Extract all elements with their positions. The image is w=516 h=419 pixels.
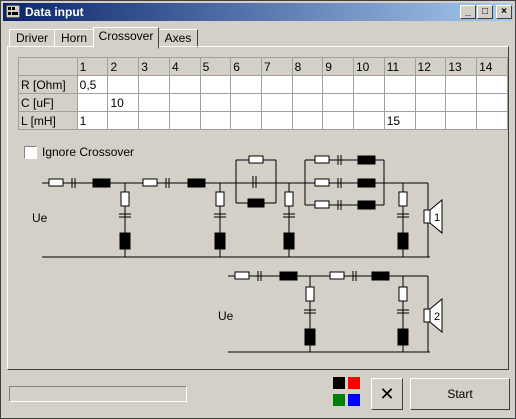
tab-crossover[interactable]: Crossover: [93, 27, 159, 49]
color-swatch[interactable]: [333, 377, 345, 389]
title-bar[interactable]: Data input _ □ ×: [3, 3, 513, 21]
data-input-window: Data input _ □ × Driver Horn Crossover A…: [0, 0, 516, 419]
color-swatch[interactable]: [348, 394, 360, 406]
progress-bar: [9, 386, 187, 402]
cancel-button[interactable]: ✕: [371, 378, 403, 410]
minimize-button[interactable]: _: [460, 5, 476, 19]
driver-2-label: 2: [434, 311, 440, 323]
color-swatch[interactable]: [348, 377, 360, 389]
driver-1-label: 1: [434, 212, 440, 224]
bottom-input-label: Ue: [218, 309, 234, 323]
close-button[interactable]: ×: [496, 5, 512, 19]
start-button[interactable]: Start: [410, 378, 510, 410]
top-input-label: Ue: [32, 211, 48, 225]
color-swatch[interactable]: [333, 394, 345, 406]
crossover-schematic: Ue Ue 1 2: [32, 155, 443, 353]
scissors-icon: ✕: [379, 384, 395, 404]
app-icon: [6, 5, 20, 18]
maximize-button[interactable]: □: [477, 5, 493, 19]
bottom-crossover-circuit: [228, 271, 443, 353]
crossover-panel: 1 2 3 4 5 6 7 8 9 10 11 12 13 14 R [Ohm]…: [7, 46, 509, 370]
top-crossover-circuit: [42, 155, 443, 258]
window-title: Data input: [25, 5, 84, 19]
